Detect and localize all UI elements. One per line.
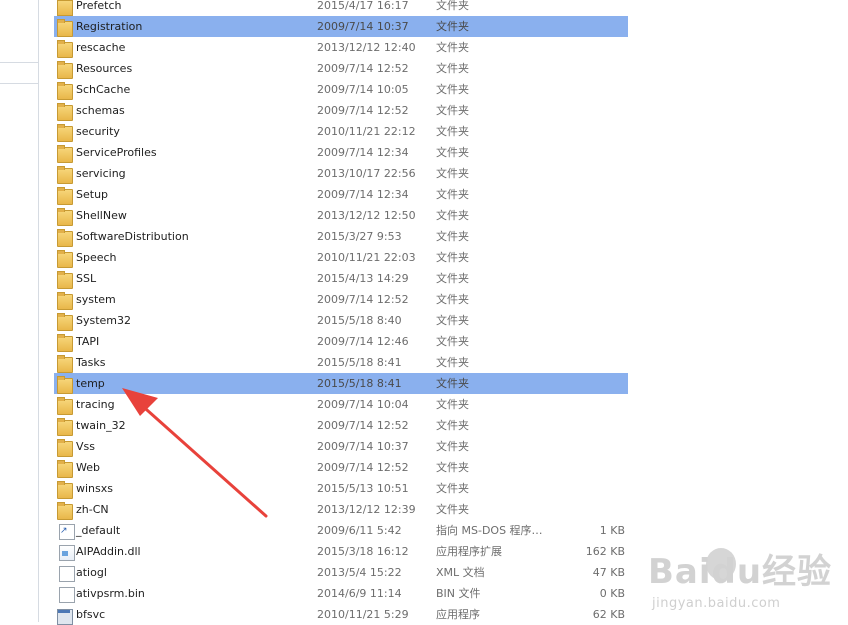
watermark-logo: Baidu经验 xyxy=(648,552,833,592)
baidu-jingyan-watermark: Baidu经验 jingyan.baidu.com xyxy=(648,540,848,622)
annotation-arrow xyxy=(122,388,268,518)
watermark-url: jingyan.baidu.com xyxy=(652,596,781,611)
